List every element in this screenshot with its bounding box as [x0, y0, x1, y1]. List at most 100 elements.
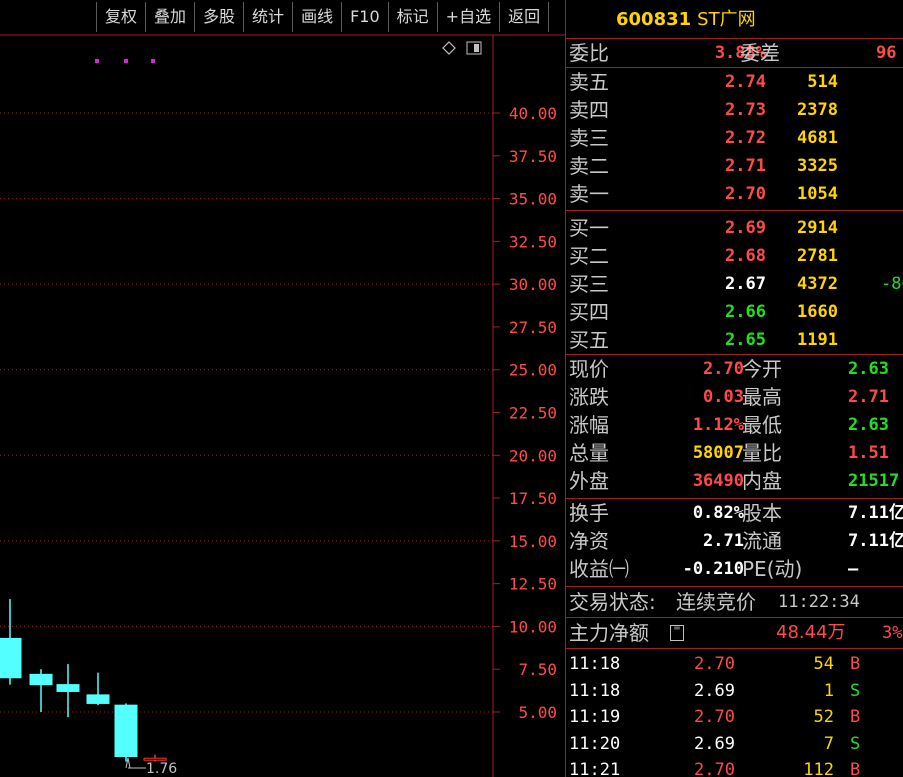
sell-row[interactable]: 卖五 2.74 514: [566, 68, 903, 96]
sell-level-label: 卖一: [569, 182, 609, 206]
sell-orders: 卖五 2.74 514 卖四 2.73 2378 卖三 2.72 4681 卖二 2.71 3325 卖…: [566, 68, 903, 208]
tick-row[interactable]: 11:18 2.70 54 B: [566, 651, 903, 678]
kline-chart[interactable]: 40.00 37.50 35.00 32.50 30.00 27.50 25.00 22.50…: [0, 0, 565, 777]
tick-price: 2.70: [694, 760, 735, 777]
tick-volume: 112: [803, 760, 834, 777]
toolbar-button-8[interactable]: 返回: [499, 2, 550, 32]
sell-price: 2.74: [725, 72, 766, 92]
tick-row[interactable]: 11:20 2.69 7 S: [566, 731, 903, 758]
tick-volume: 54: [813, 654, 834, 674]
sell-volume: 2378: [797, 100, 838, 120]
chart-window-icon[interactable]: [466, 41, 482, 55]
quote-value-2: 2.63: [848, 359, 889, 379]
fund-label: 净资: [569, 529, 609, 553]
weibi-label: 委比: [569, 41, 609, 65]
quote-label-2: 量比: [742, 441, 782, 465]
list-icon[interactable]: ≡: [670, 624, 684, 641]
main-flow-row[interactable]: 主力净额 ≡ 48.44万 3%: [566, 618, 903, 648]
tick-list[interactable]: 11:18 2.70 54 B 11:18 2.69 1 S 11:19 2.70 52 B 11:20…: [566, 651, 903, 777]
tick-row[interactable]: 11:18 2.69 1 S: [566, 678, 903, 705]
y-tick-label: 12.50: [509, 575, 557, 594]
trade-status-label: 交易状态:: [569, 590, 656, 614]
quote-label: 涨跌: [569, 385, 609, 409]
fund-label-2: 股本: [742, 501, 782, 525]
toolbar-button-4[interactable]: 画线: [292, 2, 341, 32]
weicha-label: 委差: [740, 41, 780, 65]
sell-level-label: 卖五: [569, 70, 609, 94]
buy-row[interactable]: 买二 2.68 2781: [566, 242, 903, 270]
fund-label: 收益㈠: [569, 557, 629, 581]
fund-row: 净资 2.71 流通 7.11亿: [566, 527, 903, 555]
buy-row[interactable]: 买四 2.66 1660: [566, 298, 903, 326]
tick-price: 2.70: [694, 654, 735, 674]
tick-side: S: [850, 680, 861, 701]
buy-volume: 4372: [797, 274, 838, 294]
toolbar-button-2[interactable]: 多股: [194, 2, 243, 32]
buy-row[interactable]: 买三 2.67 4372 -80: [566, 270, 903, 298]
candle[interactable]: [29, 669, 53, 712]
tick-side: B: [850, 654, 861, 674]
candle[interactable]: [56, 664, 80, 718]
buy-row[interactable]: 买五 2.65 1191: [566, 326, 903, 354]
tick-time: 11:19: [569, 707, 621, 727]
tick-price: 2.69: [694, 680, 735, 701]
quote-label-2: 今开: [742, 357, 782, 381]
buy-level-label: 买四: [569, 300, 609, 324]
toolbar-button-7[interactable]: +自选: [436, 2, 499, 32]
tick-side: B: [850, 760, 861, 777]
fund-value-2: 7.11亿: [848, 503, 903, 523]
toolbar-button-1[interactable]: 叠加: [145, 2, 194, 32]
quote-label-2: 最低: [742, 413, 782, 437]
toolbar-button-0[interactable]: 复权: [96, 2, 145, 32]
main-flow-value: 48.44万: [776, 622, 846, 643]
sell-volume: 4681: [797, 128, 838, 148]
main-flow-label: 主力净额: [569, 621, 649, 645]
y-tick-label: 30.00: [509, 275, 557, 294]
fund-value: -0.210: [682, 559, 744, 579]
candle[interactable]: [0, 599, 22, 685]
sell-row[interactable]: 卖一 2.70 1054: [566, 180, 903, 208]
candle[interactable]: [114, 703, 138, 762]
buy-price: 2.66: [725, 302, 766, 322]
tick-time: 11:20: [569, 733, 621, 754]
quote-label-2: 内盘: [742, 469, 782, 493]
fundamental-stats: 换手 0.82% 股本 7.11亿 净资 2.71 流通 7.11亿 收益㈠ -0.210 PE(动…: [566, 499, 903, 583]
quote-value: 1.12%: [692, 415, 744, 435]
quote-label: 外盘: [569, 469, 609, 493]
fund-value-2: 7.11亿: [848, 531, 903, 551]
trade-status-row: 交易状态: 连续竞价 11:22:34: [566, 587, 903, 617]
quote-label: 总量: [569, 441, 609, 465]
quote-value-2: 2.63: [848, 415, 889, 435]
buy-row[interactable]: 买一 2.69 2914: [566, 214, 903, 242]
toolbar-button-3[interactable]: 统计: [243, 2, 292, 32]
tick-row[interactable]: 11:21 2.70 112 B: [566, 757, 903, 777]
low-marker: [125, 757, 146, 769]
y-tick-label: 22.50: [509, 404, 557, 423]
chart-diamond-icon[interactable]: [442, 41, 456, 55]
tick-price: 2.69: [694, 733, 735, 754]
quote-row: 涨跌 0.03 最高 2.71: [566, 383, 903, 411]
weicha-value: 96: [876, 43, 897, 63]
sell-price: 2.70: [725, 184, 766, 204]
weibi-row: 委比 3.88% 委差 96: [566, 39, 903, 67]
buy-price: 2.68: [725, 246, 766, 266]
y-tick-label: 20.00: [509, 446, 557, 465]
stock-name: ST广网: [697, 9, 756, 30]
quote-value: 58007: [692, 443, 744, 463]
sell-row[interactable]: 卖四 2.73 2378: [566, 96, 903, 124]
tick-volume: 52: [813, 707, 834, 727]
tick-row[interactable]: 11:19 2.70 52 B: [566, 704, 903, 731]
quote-label: 涨幅: [569, 413, 609, 437]
quote-value: 2.70: [703, 359, 744, 379]
stock-header: 600831 ST广网: [566, 0, 903, 38]
buy-volume: 2914: [797, 218, 838, 238]
sell-row[interactable]: 卖三 2.72 4681: [566, 124, 903, 152]
sell-row[interactable]: 卖二 2.71 3325: [566, 152, 903, 180]
candle[interactable]: [86, 672, 110, 706]
toolbar-button-6[interactable]: 标记: [387, 2, 437, 32]
toolbar-button-5[interactable]: F10: [341, 2, 388, 32]
buy-level-label: 买二: [569, 244, 609, 268]
sell-volume: 1054: [797, 184, 838, 204]
fund-value: 0.82%: [692, 503, 744, 523]
trade-status-time: 11:22:34: [778, 592, 860, 612]
